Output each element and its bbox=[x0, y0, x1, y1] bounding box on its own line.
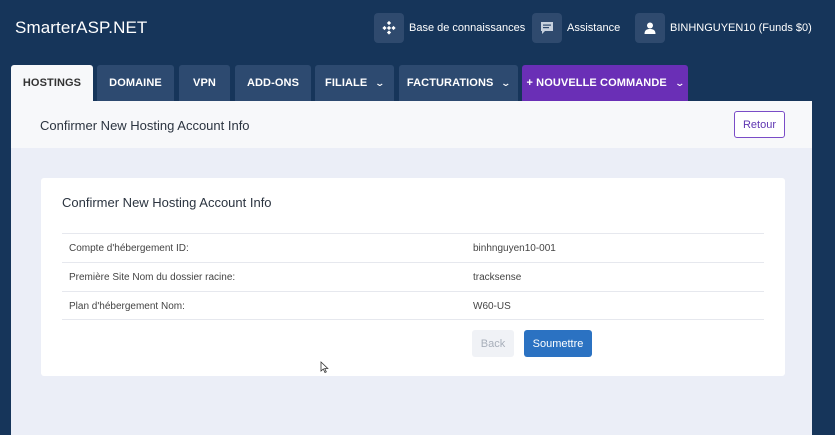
table-row: Plan d'hébergement Nom: W60-US bbox=[62, 291, 764, 320]
page-title: Confirmer New Hosting Account Info bbox=[40, 118, 250, 133]
knowledge-base-link[interactable]: Base de connaissances bbox=[374, 13, 525, 43]
chevron-down-icon: ⌄ bbox=[500, 77, 512, 88]
support-link[interactable]: Assistance bbox=[532, 13, 620, 43]
account-menu[interactable]: BINHNGUYEN10 (Funds $0) bbox=[635, 13, 812, 43]
tab-label: HOSTINGS bbox=[22, 77, 82, 89]
tab-hostings[interactable]: HOSTINGS bbox=[11, 65, 93, 101]
row-label: Compte d'hébergement ID: bbox=[69, 243, 189, 254]
tab-label: FACTURATIONS bbox=[406, 77, 494, 89]
tab-nouvelle-commande[interactable]: + NOUVELLE COMMANDE ⌄ bbox=[522, 65, 688, 101]
tab-label: DOMAINE bbox=[109, 77, 162, 89]
mouse-pointer-icon bbox=[320, 360, 329, 378]
tab-facturations[interactable]: FACTURATIONS ⌄ bbox=[399, 65, 518, 101]
support-label: Assistance bbox=[567, 22, 621, 34]
submit-button[interactable]: Soumettre bbox=[524, 330, 592, 357]
row-value: tracksense bbox=[473, 272, 522, 283]
chat-icon bbox=[532, 13, 562, 43]
tab-vpn[interactable]: VPN bbox=[179, 65, 230, 101]
back-button[interactable]: Back bbox=[472, 330, 514, 357]
chevron-down-icon: ⌄ bbox=[674, 77, 686, 88]
retour-button[interactable]: Retour bbox=[734, 111, 785, 138]
knowledge-base-label: Base de connaissances bbox=[409, 22, 526, 34]
row-label: Première Site Nom du dossier racine: bbox=[69, 272, 236, 283]
row-label: Plan d'hébergement Nom: bbox=[69, 301, 185, 312]
tab-domaine[interactable]: DOMAINE bbox=[97, 65, 174, 101]
page-header: Confirmer New Hosting Account Info Retou… bbox=[11, 101, 812, 148]
row-value: binhnguyen10-001 bbox=[473, 243, 556, 254]
account-label: BINHNGUYEN10 (Funds $0) bbox=[670, 22, 812, 34]
main-content: Confirmer New Hosting Account Info Retou… bbox=[11, 101, 812, 435]
table-row: Première Site Nom du dossier racine: tra… bbox=[62, 262, 764, 291]
info-table: Compte d'hébergement ID: binhnguyen10-00… bbox=[62, 233, 764, 320]
tab-label: + NOUVELLE COMMANDE bbox=[526, 77, 667, 89]
confirm-card: Confirmer New Hosting Account Info Compt… bbox=[41, 178, 785, 376]
tab-label: ADD-ONS bbox=[246, 77, 300, 89]
knowledge-base-icon bbox=[374, 13, 404, 43]
card-title: Confirmer New Hosting Account Info bbox=[62, 195, 272, 210]
brand-logo[interactable]: SmarterASP.NET bbox=[15, 18, 147, 38]
tab-label: VPN bbox=[193, 77, 216, 89]
table-row: Compte d'hébergement ID: binhnguyen10-00… bbox=[62, 233, 764, 262]
top-bar: SmarterASP.NET Base de connaissances Ass… bbox=[0, 0, 835, 62]
tab-label: FILIALE bbox=[325, 77, 368, 89]
tab-add-ons[interactable]: ADD-ONS bbox=[235, 65, 311, 101]
chevron-down-icon: ⌄ bbox=[374, 77, 386, 88]
row-value: W60-US bbox=[473, 301, 511, 312]
user-icon bbox=[635, 13, 665, 43]
tab-filiale[interactable]: FILIALE ⌄ bbox=[315, 65, 394, 101]
